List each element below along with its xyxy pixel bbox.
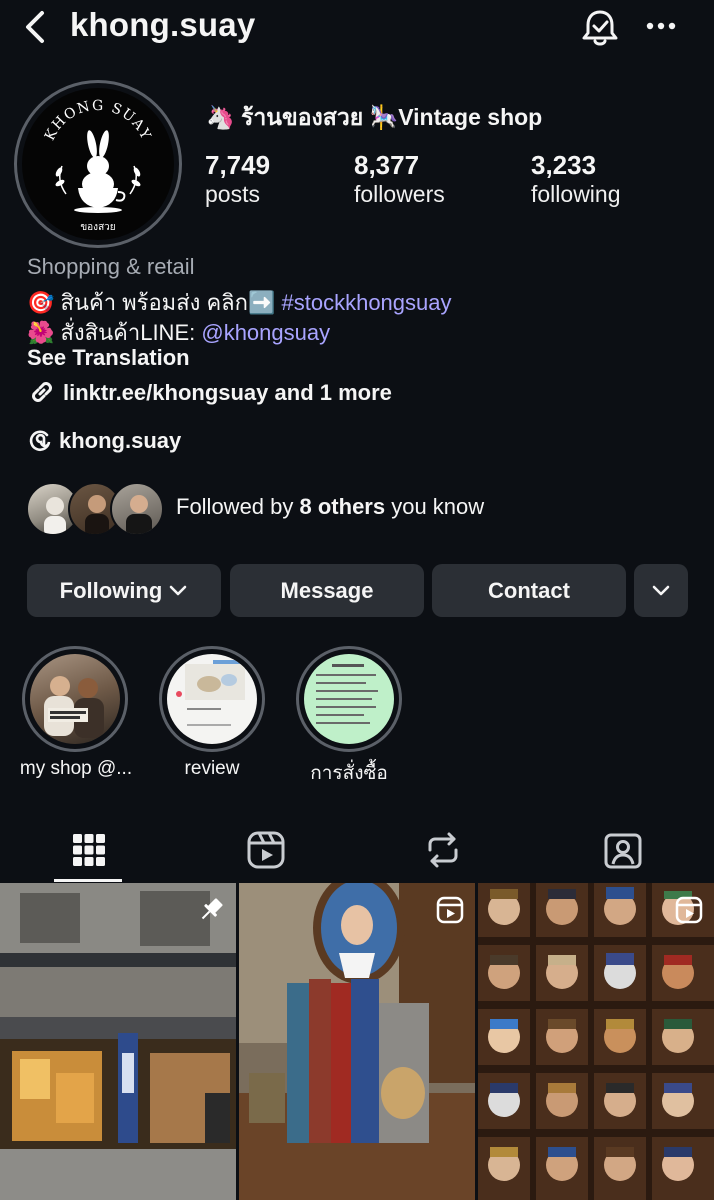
posts-count: 7,749 <box>205 150 271 180</box>
highlight-cover <box>30 654 120 744</box>
grid-post-storefront[interactable] <box>0 883 236 1200</box>
following-label: following <box>531 181 621 207</box>
mention-link[interactable]: @khongsuay <box>201 320 330 345</box>
bio-text: 🎯 สินค้า พร้อมส่ง คลิก➡️ <box>27 290 282 315</box>
see-translation-button[interactable]: See Translation <box>27 345 190 371</box>
username-title: khong.suay <box>70 6 256 43</box>
threads-link[interactable]: khong.suay <box>27 427 181 454</box>
more-options-icon[interactable] <box>640 14 684 38</box>
bio-text: 🌺 สั่งสินค้าLINE: <box>27 320 202 345</box>
highlight-cover <box>167 654 257 744</box>
highlight-ring <box>296 646 402 752</box>
display-name: 🦄 ร้านของสวย 🎠Vintage shop <box>206 104 543 130</box>
reels-icon[interactable] <box>244 828 288 872</box>
followers-label: followers <box>354 181 445 207</box>
pinned-icon <box>201 898 223 920</box>
grid-post-books[interactable] <box>239 883 475 1200</box>
link-chain-icon <box>32 382 52 402</box>
grid-icon[interactable] <box>67 828 111 872</box>
followers-stat[interactable]: 8,377 followers <box>354 150 445 208</box>
reposts-icon[interactable] <box>421 828 465 872</box>
contact-button[interactable]: Contact <box>432 564 626 617</box>
shop-logo: KHONG SUAY ของสวย <box>22 88 174 240</box>
chevron-down-icon <box>170 585 187 595</box>
svg-text:KHONG SUAY: KHONG SUAY <box>42 98 154 143</box>
profile-tabs <box>0 820 714 882</box>
profile-avatar[interactable]: KHONG SUAY ของสวย <box>14 80 182 248</box>
hashtag-link[interactable]: #stockkhongsuay <box>282 290 452 315</box>
highlight-cover <box>304 654 394 744</box>
threads-icon <box>29 430 51 452</box>
grid-post-toby-jugs[interactable] <box>478 883 714 1200</box>
posts-label: posts <box>205 181 260 207</box>
suggested-dropdown-button[interactable] <box>634 564 688 617</box>
posts-stat[interactable]: 7,749 posts <box>205 150 270 208</box>
chevron-down-icon <box>652 585 670 595</box>
external-link-row[interactable]: linktr.ee/khongsuay and 1 more <box>27 377 392 407</box>
followed-by-count: 8 others <box>299 494 386 519</box>
reel-indicator-icon <box>436 896 464 924</box>
reel-indicator-icon <box>675 896 703 924</box>
following-button-label: Following <box>59 577 163 603</box>
active-tab-indicator <box>54 879 122 882</box>
svg-text:ของสวย: ของสวย <box>80 222 115 233</box>
back-arrow-icon[interactable] <box>18 8 52 46</box>
posts-grid <box>0 883 714 1200</box>
avatar <box>110 482 164 536</box>
followed-by-suffix: you know <box>385 494 485 519</box>
followed-by-text[interactable]: Followed by 8 others you know <box>176 494 484 520</box>
highlight-ordering[interactable] <box>296 646 404 752</box>
highlight-label: review <box>184 758 240 779</box>
followers-count: 8,377 <box>354 150 420 180</box>
highlight-label: การสั่งซื้อ <box>310 763 388 784</box>
followed-by-prefix: Followed by <box>176 494 300 519</box>
message-button[interactable]: Message <box>230 564 424 617</box>
external-link-text: linktr.ee/khongsuay and 1 more <box>63 380 392 405</box>
threads-handle: khong.suay <box>59 428 182 453</box>
top-bar: khong.suay <box>0 0 714 56</box>
following-button[interactable]: Following <box>27 564 221 617</box>
highlight-ring <box>159 646 265 752</box>
following-count: 3,233 <box>531 150 597 180</box>
tagged-icon[interactable] <box>601 828 645 872</box>
category-label: Shopping & retail <box>27 254 195 279</box>
highlight-ring <box>22 646 128 752</box>
notification-bell-icon[interactable] <box>578 6 622 50</box>
highlight-review[interactable] <box>159 646 267 752</box>
highlight-my-shop[interactable] <box>22 646 130 752</box>
highlight-label: my shop @... <box>19 758 133 779</box>
following-stat[interactable]: 3,233 following <box>531 150 621 208</box>
